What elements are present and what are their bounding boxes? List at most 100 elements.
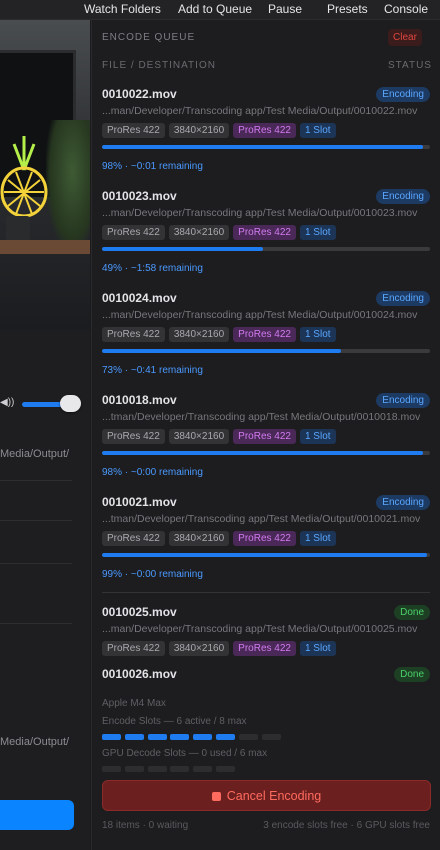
- encode-slot-segment: [238, 734, 258, 740]
- progress-fill: [102, 145, 424, 149]
- resolution-tag: 3840×2160: [168, 123, 230, 138]
- preview-plant: [46, 120, 90, 250]
- player-pane: ◀)) Media/Output/ Media/Output/: [0, 20, 90, 850]
- decode-slot-segment: [102, 766, 121, 772]
- progress-bar: [102, 145, 430, 149]
- slot-tag: 1 Slot: [299, 225, 336, 240]
- source-codec-tag: ProRes 422: [102, 641, 165, 656]
- footer-slots-free: 3 encode slots free · 6 GPU slots free: [263, 820, 430, 831]
- status-badge: Done: [394, 667, 430, 682]
- decode-slot-segment: [147, 766, 167, 772]
- progress-fill: [102, 553, 427, 557]
- status-badge: Encoding: [376, 495, 430, 510]
- menu-bar: Watch Folders Add to Queue Pause Presets…: [0, 0, 440, 20]
- column-file-destination: FILE / DESTINATION: [102, 60, 216, 71]
- status-badge: Done: [394, 605, 430, 620]
- target-codec-tag: ProRes 422: [233, 123, 296, 138]
- job-path: ...tman/Developer/Transcoding app/Test M…: [102, 513, 421, 525]
- output-path-fragment: Media/Output/: [0, 448, 70, 460]
- target-codec-tag: ProRes 422: [233, 429, 296, 444]
- divider: [0, 480, 72, 481]
- status-badge: Encoding: [376, 189, 430, 204]
- divider: [0, 623, 72, 624]
- progress-fill: [102, 247, 263, 251]
- slot-tag: 1 Slot: [299, 429, 336, 444]
- progress-status: 98% · ~0:00 remaining: [102, 467, 203, 478]
- job-filename: 0010022.mov: [102, 87, 177, 101]
- progress-bar: [102, 553, 430, 557]
- job-filename: 0010018.mov: [102, 393, 177, 407]
- progress-bar: [102, 349, 430, 353]
- encode-slot-segment: [170, 734, 190, 740]
- source-codec-tag: ProRes 422: [102, 327, 165, 342]
- menu-presets[interactable]: Presets: [327, 2, 368, 16]
- job-filename: 0010024.mov: [102, 291, 177, 305]
- menu-console[interactable]: Console: [384, 2, 428, 16]
- menu-pause[interactable]: Pause: [268, 2, 302, 16]
- resolution-tag: 3840×2160: [168, 531, 230, 546]
- chip-label: Apple M4 Max: [102, 698, 166, 709]
- target-codec-tag: ProRes 422: [233, 531, 296, 546]
- encode-slots-label: Encode Slots — 6 active / 8 max: [102, 716, 247, 727]
- progress-bar: [102, 247, 430, 251]
- cancel-encoding-button[interactable]: Cancel Encoding: [102, 780, 431, 811]
- source-codec-tag: ProRes 422: [102, 123, 165, 138]
- divider: [0, 520, 72, 521]
- job-path: ...man/Developer/Transcoding app/Test Me…: [102, 207, 418, 219]
- progress-status: 98% · ~0:01 remaining: [102, 161, 203, 172]
- cancel-encoding-label: Cancel Encoding: [226, 789, 322, 803]
- output-path-fragment: Media/Output/: [0, 736, 70, 748]
- queue-title: ENCODE QUEUE: [102, 32, 196, 43]
- decode-slots-meter: [102, 766, 239, 772]
- job-path: ...man/Developer/Transcoding app/Test Me…: [102, 309, 418, 321]
- preview-object: [6, 216, 30, 242]
- encode-slot-segment: [193, 734, 213, 740]
- decode-slot-segment: [193, 766, 213, 772]
- status-badge: Encoding: [376, 291, 430, 306]
- speaker-icon: ◀)): [0, 397, 15, 408]
- clear-button[interactable]: Clear: [388, 29, 422, 46]
- resolution-tag: 3840×2160: [168, 429, 230, 444]
- status-badge: Encoding: [376, 393, 430, 408]
- slot-tag: 1 Slot: [299, 327, 336, 342]
- slot-tag: 1 Slot: [299, 641, 336, 656]
- encode-slot-segment: [124, 734, 144, 740]
- job-filename: 0010023.mov: [102, 189, 177, 203]
- slot-tag: 1 Slot: [299, 531, 336, 546]
- job-filename: 0010026.mov: [102, 667, 177, 681]
- slot-tag: 1 Slot: [299, 123, 336, 138]
- target-codec-tag: ProRes 422: [233, 225, 296, 240]
- footer-items-count: 18 items · 0 waiting: [102, 820, 189, 831]
- resolution-tag: 3840×2160: [168, 225, 230, 240]
- decode-slots-label: GPU Decode Slots — 0 used / 6 max: [102, 748, 268, 759]
- job-path: ...tman/Developer/Transcoding app/Test M…: [102, 411, 421, 423]
- source-codec-tag: ProRes 422: [102, 531, 165, 546]
- job-filename: 0010021.mov: [102, 495, 177, 509]
- encode-slot-segment: [215, 734, 235, 740]
- column-status: STATUS: [388, 60, 432, 71]
- video-preview[interactable]: [0, 20, 90, 330]
- primary-action-button[interactable]: [0, 800, 74, 830]
- encode-slot-segment: [147, 734, 167, 740]
- job-filename: 0010025.mov: [102, 605, 177, 619]
- encode-queue-panel: ENCODE QUEUE Clear FILE / DESTINATION ST…: [91, 20, 440, 850]
- stop-icon: [211, 792, 221, 801]
- job-path: ...man/Developer/Transcoding app/Test Me…: [102, 105, 418, 117]
- status-badge: Encoding: [376, 87, 430, 102]
- encode-slot-segment: [102, 734, 121, 740]
- progress-status: 49% · ~1:58 remaining: [102, 263, 203, 274]
- section-divider: [102, 592, 430, 593]
- source-codec-tag: ProRes 422: [102, 429, 165, 444]
- source-codec-tag: ProRes 422: [102, 225, 165, 240]
- job-path: ...man/Developer/Transcoding app/Test Me…: [102, 623, 418, 635]
- volume-slider-knob[interactable]: [60, 395, 81, 412]
- resolution-tag: 3840×2160: [168, 641, 230, 656]
- menu-watch-folders[interactable]: Watch Folders: [84, 2, 161, 16]
- decode-slot-segment: [170, 766, 190, 772]
- menu-add-to-queue[interactable]: Add to Queue: [178, 2, 252, 16]
- decode-slot-segment: [124, 766, 144, 772]
- divider: [0, 563, 72, 564]
- target-codec-tag: ProRes 422: [233, 641, 296, 656]
- progress-fill: [102, 451, 424, 455]
- encode-slot-segment: [261, 734, 281, 740]
